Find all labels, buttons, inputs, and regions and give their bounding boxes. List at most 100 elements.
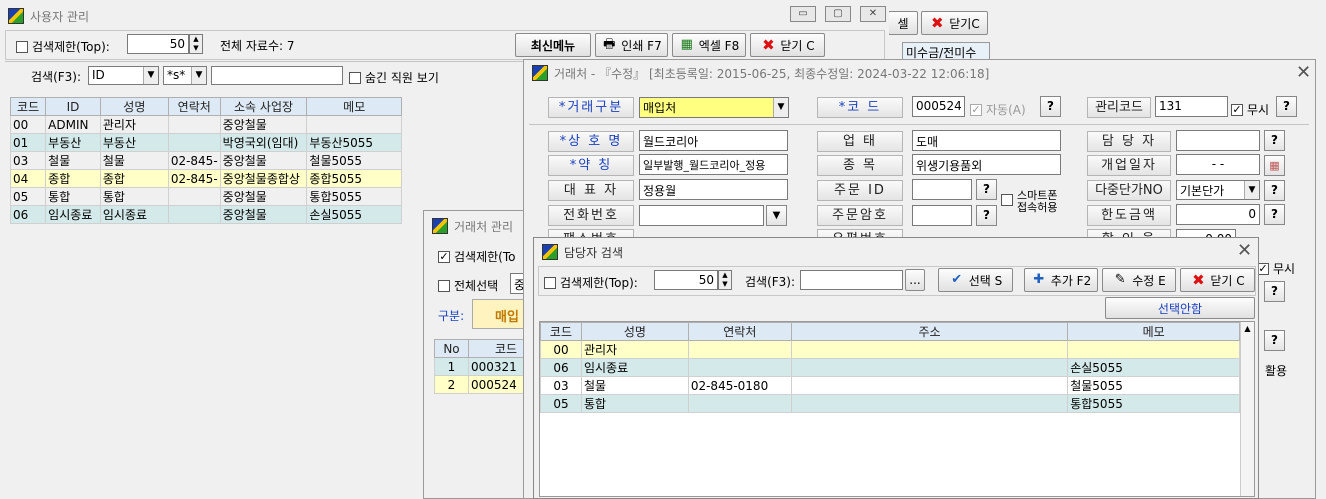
minimize-icon[interactable]: ▭ (790, 6, 816, 22)
phone-input[interactable] (639, 205, 764, 226)
table-row[interactable]: 2 000524 (434, 375, 532, 394)
col-no[interactable]: No (434, 339, 469, 358)
auto-code-check[interactable]: ✓ 자동(A) (970, 101, 1026, 118)
vendor-list-selectall-check[interactable]: 전체선택 (438, 277, 498, 294)
user-search-field-value: ID (92, 68, 105, 82)
col-id[interactable]: ID (45, 97, 101, 116)
order-pw-help-button[interactable]: ? (976, 205, 997, 226)
right-help-button-2[interactable]: ? (1264, 330, 1285, 351)
table-row[interactable]: 03 철물 02-845-0180 철물5055 (540, 376, 1240, 395)
close-icon[interactable]: ✕ (1237, 242, 1252, 260)
label-order-pw: 주문암호 (817, 205, 903, 226)
multi-price-value: 기본단가 (1180, 184, 1225, 198)
manager-more-button[interactable]: ... (905, 269, 925, 291)
user-search-limit-input[interactable]: 50 (127, 34, 189, 54)
spinner-icon[interactable]: ▲ ▼ (718, 270, 732, 290)
company-name-input[interactable]: 월드코리아 (639, 130, 788, 151)
label-mgmt-code: 관리코드 (1087, 97, 1151, 118)
table-row[interactable]: 05 통합 통합 중앙철물 통합5055 (9, 187, 402, 206)
manager-input[interactable] (1176, 130, 1260, 151)
calendar-icon[interactable]: ▦ (1264, 155, 1285, 176)
user-close-button[interactable]: ✖ 닫기 C (750, 33, 825, 57)
manager-help-button[interactable]: ? (1264, 130, 1285, 151)
unselect-button[interactable]: 선택안함 (1105, 297, 1255, 319)
table-row[interactable]: 06 임시종료 임시종료 중앙철물 손실5055 (9, 205, 402, 224)
table-row[interactable]: 00 관리자 (540, 340, 1240, 359)
manager-limit-input[interactable]: 50 (654, 270, 718, 290)
code-input[interactable]: 000524 (912, 96, 965, 117)
open-date-input[interactable]: - - (1176, 154, 1260, 175)
col-code[interactable]: 코드 (9, 97, 47, 116)
user-search-input[interactable] (211, 66, 343, 85)
table-row[interactable]: 03 철물 철물 02-845- 중앙철물 철물5055 (9, 151, 402, 170)
col-name[interactable]: 성명 (580, 322, 689, 341)
scroll-up-icon[interactable]: ▲ (1241, 322, 1254, 336)
short-name-input[interactable]: 일부발행_월드코리아_정용 (639, 154, 788, 175)
maximize-icon[interactable]: ▢ (825, 6, 851, 22)
col-branch[interactable]: 소속 사업장 (219, 97, 308, 116)
user-search-limit-check[interactable]: 검색제한(Top): (16, 38, 110, 55)
table-row[interactable]: 05 통합 통합5055 (540, 394, 1240, 413)
table-row[interactable]: 04 종합 종합 02-845- 중앙철물종합상 종합5055 (9, 169, 402, 188)
mgmt-code-value: 131 (1159, 99, 1182, 113)
latest-menu-button[interactable]: 최신메뉴 (515, 33, 591, 57)
mgmt-help-button[interactable]: ? (1276, 96, 1297, 117)
smartphone-access-check[interactable]: 스마트폰 접속허용 (1001, 190, 1067, 214)
order-id-help-button[interactable]: ? (976, 179, 997, 200)
order-pw-input[interactable] (912, 205, 972, 226)
hidden-staff-check[interactable]: 숨긴 직원 보기 (349, 69, 439, 86)
multi-price-help-button[interactable]: ? (1264, 180, 1285, 201)
col-memo[interactable]: 메모 (306, 97, 402, 116)
limit-help-button[interactable]: ? (1264, 204, 1285, 225)
user-search-field-select[interactable]: ID ▼ (88, 66, 159, 85)
manager-close-button[interactable]: ✖ 닫기 C (1180, 268, 1255, 292)
col-address[interactable]: 주소 (790, 322, 1069, 341)
order-id-input[interactable] (912, 179, 972, 200)
label-ceo: 대 표 자 (548, 180, 634, 201)
table-row[interactable]: 01 부동산 부동산 박영국외(임대) 부동산5055 (9, 133, 402, 152)
add-button[interactable]: ✚ 추가 F2 (1024, 268, 1098, 292)
manager-limit-check[interactable]: 검색제한(Top): (544, 274, 638, 291)
scrollbar[interactable]: ▲ (1240, 322, 1254, 496)
ignore-check[interactable]: ✓ 무시 (1231, 101, 1269, 118)
table-row[interactable]: 1 000321 (434, 357, 532, 376)
trade-type-select[interactable]: 매입처 ▼ (639, 97, 789, 118)
col-code[interactable]: 코드 (540, 322, 582, 341)
close-x-icon: ✖ (930, 14, 944, 32)
spinner-icon[interactable]: ▲ ▼ (189, 34, 203, 54)
cell (790, 376, 1069, 395)
business-input[interactable]: 도매 (912, 130, 1061, 151)
ceo-input[interactable]: 정용월 (639, 179, 788, 200)
close-icon[interactable]: ✕ (1296, 64, 1311, 82)
edit-label: 수정 E (1132, 273, 1166, 288)
cell (687, 358, 792, 377)
right-help-button-1[interactable]: ? (1264, 281, 1285, 302)
cell: 중앙철물종합상 (219, 169, 308, 188)
edit-button[interactable]: ✎ 수정 E (1102, 268, 1176, 292)
col-contact[interactable]: 연락처 (167, 97, 221, 116)
table-row[interactable]: 00 ADMIN 관리자 중앙철물 (9, 115, 402, 134)
print-button[interactable]: 🖶 인쇄 F7 (595, 33, 668, 57)
multi-price-select[interactable]: 기본단가 ▼ (1176, 180, 1260, 200)
col-contact[interactable]: 연락처 (687, 322, 792, 341)
bg-close-button[interactable]: ✖ 닫기C (921, 11, 988, 35)
bg-partial-button[interactable]: 셀 (888, 11, 918, 35)
user-search-limit-label: 검색제한(Top): (32, 40, 110, 54)
code-help-button[interactable]: ? (1040, 96, 1061, 117)
excel-button[interactable]: ▦ 엑셀 F8 (672, 33, 746, 57)
limit-input[interactable]: 0 (1176, 204, 1260, 225)
manager-search-input[interactable] (800, 270, 903, 290)
select-button[interactable]: ✔ 선택 S (938, 268, 1013, 292)
col-name[interactable]: 성명 (99, 97, 169, 116)
col-memo[interactable]: 메모 (1067, 322, 1240, 341)
close-icon[interactable]: ✕ (860, 6, 886, 22)
user-search-mode-select[interactable]: *s* ▼ (163, 66, 207, 85)
item-input[interactable]: 위생기용품외 (912, 154, 1061, 175)
right-use-label: 활용 (1265, 364, 1288, 378)
code-value: 000524 (916, 99, 962, 113)
mgmt-code-input[interactable]: 131 (1155, 96, 1228, 117)
vendor-list-limit-check[interactable]: ✓ 검색제한(To (438, 248, 515, 265)
phone-dropdown-button[interactable]: ▼ (766, 205, 787, 226)
table-row[interactable]: 06 임시종료 손실5055 (540, 358, 1240, 377)
right-ignore-check[interactable]: ✓ 무시 (1257, 260, 1295, 277)
